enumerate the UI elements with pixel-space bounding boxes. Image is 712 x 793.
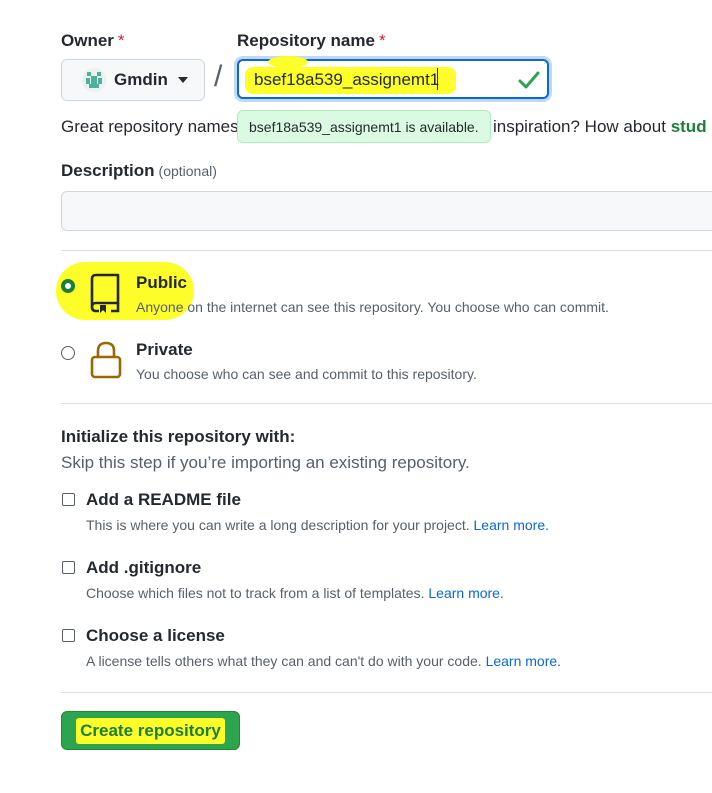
repo-icon bbox=[89, 273, 121, 318]
initialize-title: Initialize this repository with: bbox=[61, 427, 296, 446]
required-mark: * bbox=[117, 31, 125, 50]
repository-name-label: Repository name * bbox=[237, 31, 386, 50]
optional-note: (optional) bbox=[158, 163, 217, 179]
license-checkbox[interactable] bbox=[62, 629, 75, 642]
visibility-public-title: Public bbox=[136, 273, 188, 292]
owner-select-button[interactable]: Gmdin bbox=[61, 59, 205, 101]
owner-label: Owner * bbox=[61, 31, 125, 50]
create-repository-button[interactable]: Create repository bbox=[61, 711, 240, 750]
owner-name: Gmdin bbox=[114, 70, 168, 89]
visibility-public-radio[interactable] bbox=[61, 279, 75, 293]
license-description: A license tells others what they can and… bbox=[86, 653, 562, 669]
visibility-private-description: You choose who can see and commit to thi… bbox=[136, 366, 477, 382]
readme-title: Add a README file bbox=[86, 490, 241, 509]
text-cursor bbox=[437, 68, 438, 90]
readme-checkbox[interactable] bbox=[62, 493, 75, 506]
name-suggestion-text: Great repository names inspiration? How … bbox=[61, 117, 707, 136]
caret-down-icon bbox=[177, 77, 188, 83]
required-mark: * bbox=[378, 31, 386, 50]
visibility-public-description: Anyone on the internet can see this repo… bbox=[136, 299, 609, 315]
gitignore-title: Add .gitignore bbox=[86, 558, 202, 577]
repository-name-value: bsef18a539_assignemt1 bbox=[254, 70, 440, 89]
readme-learn-more-link[interactable]: Learn more. bbox=[474, 517, 549, 533]
lock-icon bbox=[90, 341, 122, 384]
license-title: Choose a license bbox=[86, 626, 225, 645]
check-icon bbox=[518, 70, 540, 95]
create-repository-label: Create repository bbox=[80, 720, 221, 740]
divider bbox=[61, 692, 712, 693]
divider bbox=[61, 403, 712, 404]
visibility-private-radio[interactable] bbox=[61, 346, 75, 360]
gitignore-checkbox[interactable] bbox=[62, 561, 75, 574]
description-input[interactable] bbox=[61, 191, 712, 231]
gitignore-description: Choose which files not to track from a l… bbox=[86, 585, 504, 601]
divider bbox=[61, 250, 712, 251]
description-label: Description (optional) bbox=[61, 161, 217, 180]
visibility-private-title: Private bbox=[136, 340, 193, 359]
identicon-avatar bbox=[82, 68, 106, 92]
gitignore-learn-more-link[interactable]: Learn more. bbox=[428, 585, 503, 601]
license-learn-more-link[interactable]: Learn more. bbox=[486, 653, 561, 669]
suggested-name-link[interactable]: stud bbox=[671, 117, 707, 136]
owner-repo-separator: / bbox=[214, 60, 223, 93]
availability-tooltip: bsef18a539_assignemt1 is available. bbox=[237, 110, 491, 143]
readme-description: This is where you can write a long descr… bbox=[86, 517, 549, 533]
highlight-mark: Create repository bbox=[76, 717, 225, 744]
initialize-subtitle: Skip this step if you’re importing an ex… bbox=[61, 453, 470, 472]
